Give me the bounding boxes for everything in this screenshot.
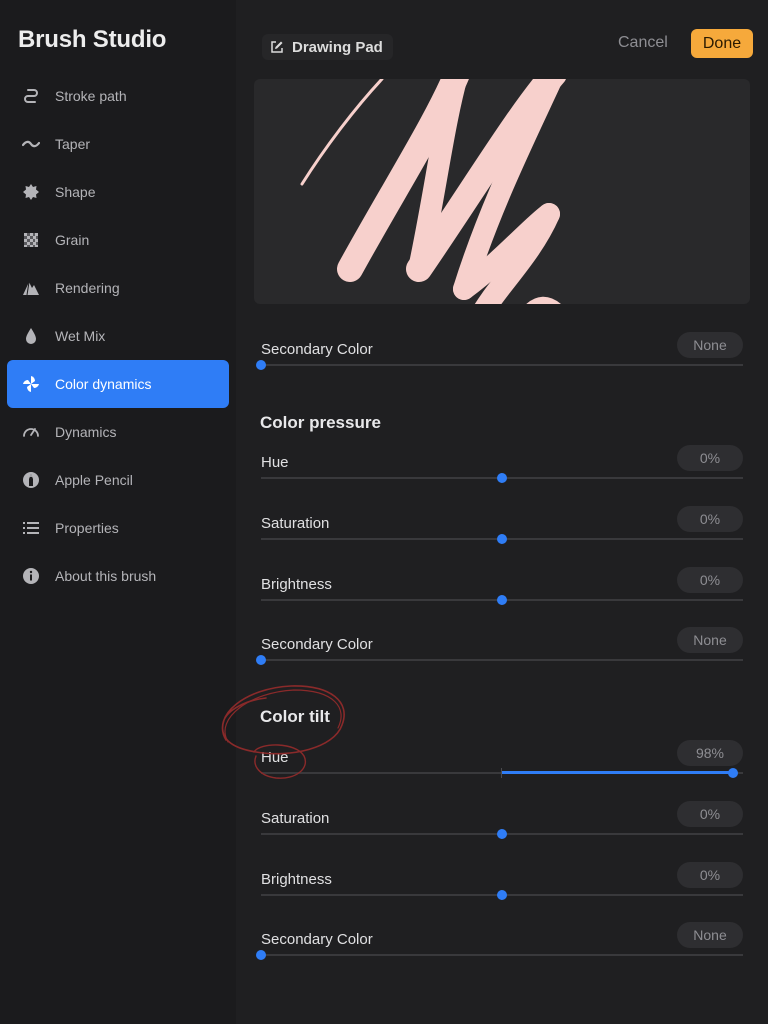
cancel-button[interactable]: Cancel (618, 34, 668, 52)
sidebar-item-stroke-path[interactable]: Stroke path (7, 72, 229, 120)
row-value[interactable]: 0% (677, 567, 743, 593)
info-icon (21, 566, 41, 586)
sidebar-item-label: Taper (55, 136, 91, 152)
slider-thumb[interactable] (256, 655, 266, 665)
sidebar-item-label: Rendering (55, 280, 120, 296)
drawing-pad-button[interactable]: Drawing Pad (262, 34, 393, 60)
color-tilt-title: Color tilt (260, 707, 330, 726)
row-label: Secondary Color (261, 931, 373, 948)
slider-thumb[interactable] (497, 595, 507, 605)
sidebar-item-label: Grain (55, 232, 90, 248)
sidebar-item-label: About this brush (55, 568, 157, 584)
sidebar-item-rendering[interactable]: Rendering (7, 264, 229, 312)
rendering-icon (21, 278, 41, 298)
row-label: Secondary Color (261, 636, 373, 653)
secondary-color-row: Secondary Color None (256, 332, 743, 385)
slider-thumb[interactable] (728, 768, 738, 778)
taper-icon (21, 134, 41, 154)
sidebar-item-shape[interactable]: Shape (7, 168, 229, 216)
stroke-path-icon (21, 86, 41, 106)
row-label: Hue (261, 749, 289, 766)
drawing-pad-preview[interactable] (254, 79, 750, 304)
sidebar-item-grain[interactable]: Grain (7, 216, 229, 264)
sidebar-item-color-dynamics[interactable]: Color dynamics (7, 360, 229, 408)
sidebar-item-dynamics[interactable]: Dynamics (7, 408, 229, 456)
dynamics-icon (21, 422, 41, 442)
row-value[interactable]: None (677, 627, 743, 653)
pressure-brightness-row: Brightness 0% (261, 567, 743, 620)
sidebar-item-apple-pencil[interactable]: Apple Pencil (7, 456, 229, 504)
pressure-secondary-color-row: Secondary Color None (256, 627, 743, 680)
slider-fill (502, 771, 733, 774)
drawing-pad-label: Drawing Pad (292, 38, 383, 56)
row-label: Saturation (261, 515, 330, 532)
slider-thumb[interactable] (497, 473, 507, 483)
sidebar-item-label: Wet Mix (55, 328, 106, 344)
slider-thumb[interactable] (497, 890, 507, 900)
row-label: Secondary Color (261, 341, 373, 358)
sidebar-item-label: Shape (55, 184, 96, 200)
sidebar-item-label: Stroke path (55, 88, 127, 104)
row-label: Brightness (261, 871, 332, 888)
properties-icon (21, 518, 41, 538)
done-button[interactable]: Done (691, 29, 753, 58)
edit-icon (271, 41, 283, 53)
grain-icon (21, 230, 41, 250)
tilt-brightness-row: Brightness 0% (261, 862, 743, 915)
shape-icon (21, 182, 41, 202)
sidebar-item-label: Properties (55, 520, 119, 536)
color-dynamics-icon (21, 374, 41, 394)
sidebar-item-label: Color dynamics (55, 376, 152, 392)
row-value[interactable]: None (677, 922, 743, 948)
main-panel: Drawing Pad Cancel Done Secondary Color … (221, 0, 768, 1024)
row-value[interactable]: 0% (677, 506, 743, 532)
pressure-hue-row: Hue 0% (261, 445, 743, 498)
slider-track (261, 954, 743, 956)
slider-thumb[interactable] (497, 534, 507, 544)
apple-pencil-icon (21, 470, 41, 490)
sidebar: Brush Studio Stroke path Taper Shape Gra… (0, 0, 236, 1024)
wet-mix-icon (21, 326, 41, 346)
app-title: Brush Studio (18, 26, 167, 53)
sidebar-nav: Stroke path Taper Shape Grain Rendering … (7, 72, 229, 600)
sidebar-item-about-this-brush[interactable]: About this brush (7, 552, 229, 600)
slider-thumb[interactable] (497, 829, 507, 839)
tilt-saturation-row: Saturation 0% (261, 801, 743, 854)
row-value[interactable]: 0% (677, 862, 743, 888)
slider-thumb[interactable] (256, 360, 266, 370)
row-label: Saturation (261, 810, 330, 827)
color-pressure-title: Color pressure (260, 413, 381, 432)
slider-track (261, 659, 743, 661)
brush-stroke-preview (300, 79, 566, 304)
row-label: Brightness (261, 576, 332, 593)
tilt-secondary-color-row: Secondary Color None (256, 922, 743, 975)
tilt-hue-row: Hue 98% (261, 740, 743, 793)
row-value[interactable]: 0% (677, 801, 743, 827)
row-value[interactable]: None (677, 332, 743, 358)
sidebar-item-taper[interactable]: Taper (7, 120, 229, 168)
row-value[interactable]: 0% (677, 445, 743, 471)
slider-thumb[interactable] (256, 950, 266, 960)
sidebar-item-wet-mix[interactable]: Wet Mix (7, 312, 229, 360)
sidebar-item-properties[interactable]: Properties (7, 504, 229, 552)
slider-track (261, 364, 743, 366)
row-value[interactable]: 98% (677, 740, 743, 766)
row-label: Hue (261, 454, 289, 471)
sidebar-item-label: Dynamics (55, 424, 117, 440)
pressure-saturation-row: Saturation 0% (261, 506, 743, 559)
sidebar-item-label: Apple Pencil (55, 472, 133, 488)
